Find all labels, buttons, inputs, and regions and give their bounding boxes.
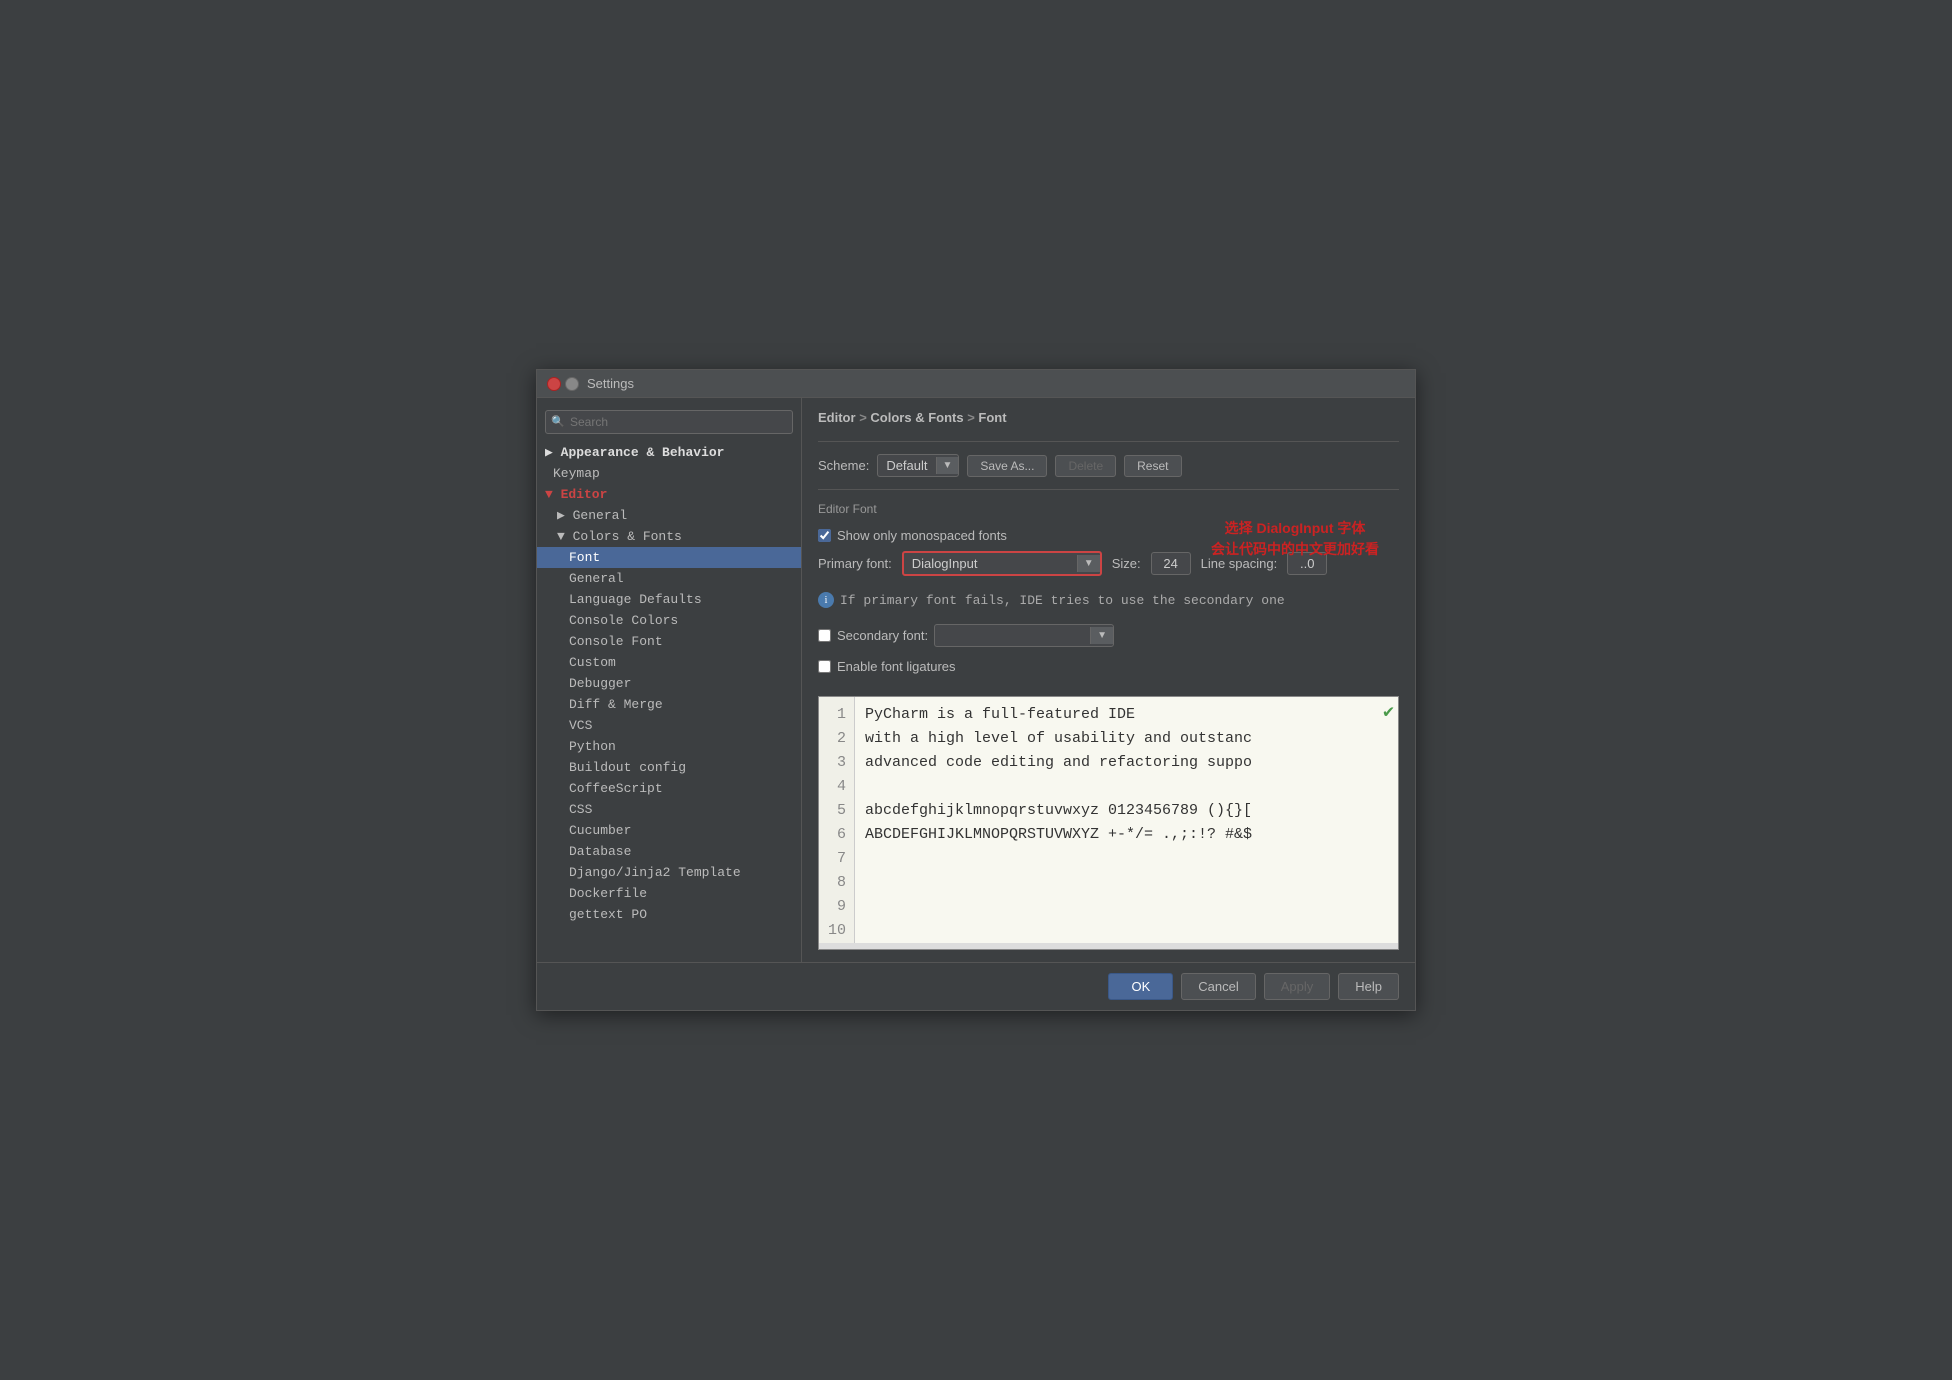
minimize-button[interactable]	[565, 377, 579, 391]
main-content: 🔍 ▶ ▶ Appearance & BehaviorAppearance & …	[537, 398, 1415, 962]
sidebar-item-language-defaults[interactable]: Language Defaults	[537, 589, 801, 610]
sidebar-item-custom[interactable]: Custom	[537, 652, 801, 673]
ligatures-checkbox[interactable]	[818, 660, 831, 673]
sidebar-item-appearance[interactable]: ▶ ▶ Appearance & BehaviorAppearance & Be…	[537, 442, 801, 463]
scheme-dropdown-btn[interactable]: ▼	[936, 457, 959, 474]
titlebar-buttons	[547, 377, 579, 391]
ok-button[interactable]: OK	[1108, 973, 1173, 1000]
titlebar: Settings	[537, 370, 1415, 398]
size-label: Size:	[1112, 556, 1141, 571]
info-text: If primary font fails, IDE tries to use …	[840, 593, 1285, 608]
preview-line1: PyCharm is a full-featured IDE	[865, 706, 1135, 723]
scheme-select[interactable]: Default ▼	[877, 454, 959, 477]
preview-area: ✔ 12345678910 PyCharm is a full-featured…	[818, 696, 1399, 950]
sidebar-item-coffeescript[interactable]: CoffeeScript	[537, 778, 801, 799]
cancel-button[interactable]: Cancel	[1181, 973, 1255, 1000]
line-numbers: 12345678910	[819, 697, 855, 949]
secondary-font-checkbox[interactable]	[818, 629, 831, 642]
sidebar-item-database[interactable]: Database	[537, 841, 801, 862]
secondary-font-label[interactable]: Secondary font:	[837, 628, 928, 643]
line-spacing-label: Line spacing:	[1201, 556, 1278, 571]
breadcrumb-colors-fonts: Colors & Fonts	[870, 410, 963, 425]
save-as-button[interactable]: Save As...	[967, 455, 1047, 477]
line-spacing-input[interactable]	[1287, 552, 1327, 575]
info-row: i If primary font fails, IDE tries to us…	[818, 592, 1399, 608]
ligatures-label[interactable]: Enable font ligatures	[837, 659, 956, 674]
content-area: Editor > Colors & Fonts > Font Scheme: D…	[802, 398, 1415, 962]
reset-button[interactable]: Reset	[1124, 455, 1181, 477]
settings-dialog: Settings 🔍 ▶ ▶ Appearance & BehaviorAppe…	[536, 369, 1416, 1011]
preview-line3: advanced code editing and refactoring su…	[865, 754, 1252, 771]
sidebar-item-debugger[interactable]: Debugger	[537, 673, 801, 694]
sidebar-item-python[interactable]: Python	[537, 736, 801, 757]
preview-line6: ABCDEFGHIJKLMNOPQRSTUVWXYZ +-*/= .,;:!? …	[865, 826, 1252, 843]
breadcrumb-font: Font	[978, 410, 1006, 425]
check-icon: ✔	[1383, 701, 1394, 723]
sidebar-item-general[interactable]: ▶ General	[537, 505, 801, 526]
delete-button[interactable]: Delete	[1055, 455, 1116, 477]
sidebar-item-diff-merge[interactable]: Diff & Merge	[537, 694, 801, 715]
ligatures-row: Enable font ligatures	[818, 659, 1399, 674]
sidebar-item-keymap[interactable]: Keymap	[537, 463, 801, 484]
primary-font-value: DialogInput	[904, 553, 1077, 574]
bottom-bar: OK Cancel Apply Help	[537, 962, 1415, 1010]
scheme-value: Default	[878, 455, 935, 476]
horizontal-scrollbar[interactable]	[819, 943, 1398, 949]
sidebar-item-font[interactable]: Font	[537, 547, 801, 568]
sidebar-item-django[interactable]: Django/Jinja2 Template	[537, 862, 801, 883]
scheme-label: Scheme:	[818, 458, 869, 473]
monospace-checkbox[interactable]	[818, 529, 831, 542]
help-button[interactable]: Help	[1338, 973, 1399, 1000]
sidebar-item-vcs[interactable]: VCS	[537, 715, 801, 736]
sidebar-item-general2[interactable]: General	[537, 568, 801, 589]
primary-font-select[interactable]: DialogInput ▼	[902, 551, 1102, 576]
sidebar-item-console-colors[interactable]: Console Colors	[537, 610, 801, 631]
secondary-font-value	[935, 625, 1090, 646]
size-input[interactable]	[1151, 552, 1191, 575]
search-box[interactable]: 🔍	[545, 410, 793, 434]
preview-line2: with a high level of usability and outst…	[865, 730, 1252, 747]
sidebar-item-console-font[interactable]: Console Font	[537, 631, 801, 652]
sidebar-item-buildout[interactable]: Buildout config	[537, 757, 801, 778]
breadcrumb-sep1: >	[859, 410, 870, 425]
preview-code: PyCharm is a full-featured IDE with a hi…	[855, 697, 1262, 949]
scheme-row: Scheme: Default ▼ Save As... Delete Rese…	[818, 454, 1399, 477]
preview-inner: 12345678910 PyCharm is a full-featured I…	[819, 697, 1398, 949]
preview-line5: abcdefghijklmnopqrstuvwxyz 0123456789 ()…	[865, 802, 1252, 819]
monospace-label[interactable]: Show only monospaced fonts	[837, 528, 1007, 543]
secondary-font-dropdown-btn[interactable]: ▼	[1090, 627, 1113, 644]
sidebar-item-cucumber[interactable]: Cucumber	[537, 820, 801, 841]
info-icon: i	[818, 592, 834, 608]
secondary-font-select[interactable]: ▼	[934, 624, 1114, 647]
editor-font-label: Editor Font	[818, 502, 1399, 516]
monospace-checkbox-row: Show only monospaced fonts	[818, 528, 1399, 543]
expand-arrow: ▶	[545, 445, 561, 460]
close-button[interactable]	[547, 377, 561, 391]
window-title: Settings	[587, 376, 634, 391]
primary-font-dropdown-btn[interactable]: ▼	[1077, 555, 1100, 572]
apply-button[interactable]: Apply	[1264, 973, 1331, 1000]
secondary-font-row: Secondary font: ▼	[818, 624, 1399, 647]
search-input[interactable]	[545, 410, 793, 434]
sidebar-item-gettext[interactable]: gettext PO	[537, 904, 801, 925]
breadcrumb: Editor > Colors & Fonts > Font	[818, 410, 1399, 425]
scheme-divider	[818, 489, 1399, 490]
sidebar: 🔍 ▶ ▶ Appearance & BehaviorAppearance & …	[537, 398, 802, 962]
search-icon: 🔍	[551, 415, 565, 429]
top-divider	[818, 441, 1399, 442]
primary-font-label: Primary font:	[818, 556, 892, 571]
sidebar-item-css[interactable]: CSS	[537, 799, 801, 820]
breadcrumb-editor: Editor	[818, 410, 856, 425]
sidebar-item-editor[interactable]: ▼ Editor	[537, 484, 801, 505]
primary-font-row: Primary font: DialogInput ▼ Size: Line s…	[818, 551, 1399, 576]
breadcrumb-sep2: >	[967, 410, 978, 425]
font-settings-block: 选择 DialogInput 字体 会让代码中的中文更加好看 Show only…	[818, 528, 1399, 584]
sidebar-item-dockerfile[interactable]: Dockerfile	[537, 883, 801, 904]
sidebar-item-colors-fonts[interactable]: ▼ Colors & Fonts	[537, 526, 801, 547]
